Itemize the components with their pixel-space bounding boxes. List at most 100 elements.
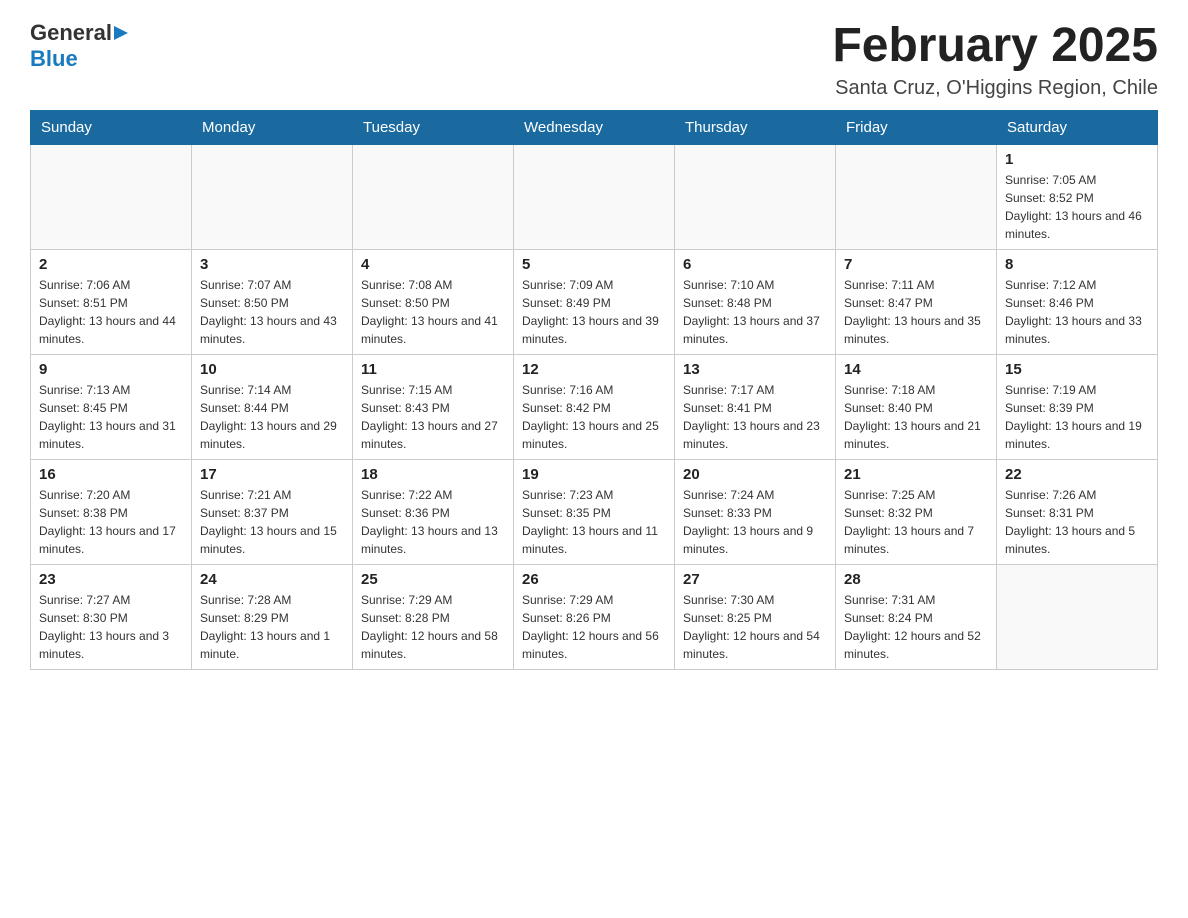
day-number: 20 (683, 466, 827, 483)
day-info: Sunrise: 7:18 AMSunset: 8:40 PMDaylight:… (844, 381, 988, 453)
calendar-dow-header: Monday (192, 110, 353, 144)
calendar-cell: 19Sunrise: 7:23 AMSunset: 8:35 PMDayligh… (514, 459, 675, 564)
day-info: Sunrise: 7:31 AMSunset: 8:24 PMDaylight:… (844, 591, 988, 663)
logo-blue-text: Blue (30, 46, 78, 72)
day-info: Sunrise: 7:06 AMSunset: 8:51 PMDaylight:… (39, 276, 183, 348)
day-number: 10 (200, 361, 344, 378)
calendar-cell (31, 144, 192, 249)
calendar-cell: 12 Sunrise: 7:16 AMSunset: 8:42 PMDayligh… (514, 354, 675, 459)
calendar-cell: 25 Sunrise: 7:29 AMSunset: 8:28 PMDayligh… (353, 564, 514, 669)
day-number: 16 (39, 466, 183, 483)
calendar-cell (997, 564, 1158, 669)
day-number: 3 (200, 256, 344, 273)
calendar-cell: 22 Sunrise: 7:26 AMSunset: 8:31 PMDayligh… (997, 459, 1158, 564)
day-number: 17 (200, 466, 344, 483)
day-info: Sunrise: 7:25 AMSunset: 8:32 PMDaylight:… (844, 486, 988, 558)
day-info: Sunrise: 7:29 AMSunset: 8:28 PMDaylight:… (361, 591, 505, 663)
calendar-cell: 3 Sunrise: 7:07 AMSunset: 8:50 PMDaylight… (192, 249, 353, 354)
calendar-cell (675, 144, 836, 249)
calendar-cell: 9 Sunrise: 7:13 AMSunset: 8:45 PMDaylight… (31, 354, 192, 459)
day-info: Sunrise: 7:27 AMSunset: 8:30 PMDaylight:… (39, 591, 183, 663)
day-number: 14 (844, 361, 988, 378)
calendar-dow-header: Tuesday (353, 110, 514, 144)
calendar-cell: 8 Sunrise: 7:12 AMSunset: 8:46 PMDaylight… (997, 249, 1158, 354)
day-info: Sunrise: 7:09 AMSunset: 8:49 PMDaylight:… (522, 276, 666, 348)
day-info: Sunrise: 7:07 AMSunset: 8:50 PMDaylight:… (200, 276, 344, 348)
calendar-cell: 13 Sunrise: 7:17 AMSunset: 8:41 PMDayligh… (675, 354, 836, 459)
calendar-cell: 6 Sunrise: 7:10 AMSunset: 8:48 PMDaylight… (675, 249, 836, 354)
day-number: 26 (522, 571, 666, 588)
day-info: Sunrise: 7:24 AMSunset: 8:33 PMDaylight:… (683, 486, 827, 558)
day-number: 2 (39, 256, 183, 273)
calendar-week-row: 23 Sunrise: 7:27 AMSunset: 8:30 PMDayligh… (31, 564, 1158, 669)
day-info: Sunrise: 7:08 AMSunset: 8:50 PMDaylight:… (361, 276, 505, 348)
calendar-week-row: 2 Sunrise: 7:06 AMSunset: 8:51 PMDaylight… (31, 249, 1158, 354)
day-number: 21 (844, 466, 988, 483)
calendar-cell (192, 144, 353, 249)
day-info: Sunrise: 7:17 AMSunset: 8:41 PMDaylight:… (683, 381, 827, 453)
calendar-cell: 20 Sunrise: 7:24 AMSunset: 8:33 PMDayligh… (675, 459, 836, 564)
day-number: 25 (361, 571, 505, 588)
calendar-week-row: 1Sunrise: 7:05 AMSunset: 8:52 PMDaylight… (31, 144, 1158, 249)
calendar-dow-header: Friday (836, 110, 997, 144)
day-info: Sunrise: 7:21 AMSunset: 8:37 PMDaylight:… (200, 486, 344, 558)
calendar-cell: 4 Sunrise: 7:08 AMSunset: 8:50 PMDaylight… (353, 249, 514, 354)
day-info: Sunrise: 7:23 AMSunset: 8:35 PMDaylight:… (522, 486, 666, 558)
day-number: 8 (1005, 256, 1149, 273)
day-info: Sunrise: 7:16 AMSunset: 8:42 PMDaylight:… (522, 381, 666, 453)
calendar-cell: 23 Sunrise: 7:27 AMSunset: 8:30 PMDayligh… (31, 564, 192, 669)
day-number: 15 (1005, 361, 1149, 378)
calendar-dow-header: Sunday (31, 110, 192, 144)
calendar-cell: 28 Sunrise: 7:31 AMSunset: 8:24 PMDayligh… (836, 564, 997, 669)
calendar-cell: 10 Sunrise: 7:14 AMSunset: 8:44 PMDayligh… (192, 354, 353, 459)
day-info: Sunrise: 7:22 AMSunset: 8:36 PMDaylight:… (361, 486, 505, 558)
calendar-cell: 27 Sunrise: 7:30 AMSunset: 8:25 PMDayligh… (675, 564, 836, 669)
calendar-cell: 5Sunrise: 7:09 AMSunset: 8:49 PMDaylight… (514, 249, 675, 354)
calendar-dow-header: Saturday (997, 110, 1158, 144)
calendar-cell: 18 Sunrise: 7:22 AMSunset: 8:36 PMDayligh… (353, 459, 514, 564)
day-number: 28 (844, 571, 988, 588)
day-number: 13 (683, 361, 827, 378)
calendar-cell: 24Sunrise: 7:28 AMSunset: 8:29 PMDayligh… (192, 564, 353, 669)
calendar-dow-header: Thursday (675, 110, 836, 144)
logo-arrow-icon (112, 24, 130, 42)
day-number: 11 (361, 361, 505, 378)
calendar-cell: 16Sunrise: 7:20 AMSunset: 8:38 PMDayligh… (31, 459, 192, 564)
day-number: 23 (39, 571, 183, 588)
calendar-dow-header: Wednesday (514, 110, 675, 144)
page-header: General Blue February 2025 Santa Cruz, O… (30, 20, 1158, 100)
calendar-cell: 2 Sunrise: 7:06 AMSunset: 8:51 PMDaylight… (31, 249, 192, 354)
day-info: Sunrise: 7:10 AMSunset: 8:48 PMDaylight:… (683, 276, 827, 348)
day-info: Sunrise: 7:15 AMSunset: 8:43 PMDaylight:… (361, 381, 505, 453)
logo: General Blue (30, 20, 130, 72)
calendar-header-row: SundayMondayTuesdayWednesdayThursdayFrid… (31, 110, 1158, 144)
title-section: February 2025 Santa Cruz, O'Higgins Regi… (832, 20, 1158, 100)
calendar-cell: 17 Sunrise: 7:21 AMSunset: 8:37 PMDayligh… (192, 459, 353, 564)
calendar-cell: 14 Sunrise: 7:18 AMSunset: 8:40 PMDayligh… (836, 354, 997, 459)
calendar-cell: 15 Sunrise: 7:19 AMSunset: 8:39 PMDayligh… (997, 354, 1158, 459)
day-number: 6 (683, 256, 827, 273)
day-info: Sunrise: 7:30 AMSunset: 8:25 PMDaylight:… (683, 591, 827, 663)
calendar-cell: 7Sunrise: 7:11 AMSunset: 8:47 PMDaylight… (836, 249, 997, 354)
calendar-cell: 26 Sunrise: 7:29 AMSunset: 8:26 PMDayligh… (514, 564, 675, 669)
day-info: Sunrise: 7:13 AMSunset: 8:45 PMDaylight:… (39, 381, 183, 453)
calendar-cell (353, 144, 514, 249)
day-number: 12 (522, 361, 666, 378)
day-number: 9 (39, 361, 183, 378)
calendar-cell: 11 Sunrise: 7:15 AMSunset: 8:43 PMDayligh… (353, 354, 514, 459)
day-info: Sunrise: 7:12 AMSunset: 8:46 PMDaylight:… (1005, 276, 1149, 348)
day-info: Sunrise: 7:19 AMSunset: 8:39 PMDaylight:… (1005, 381, 1149, 453)
day-number: 4 (361, 256, 505, 273)
day-number: 18 (361, 466, 505, 483)
day-info: Sunrise: 7:26 AMSunset: 8:31 PMDaylight:… (1005, 486, 1149, 558)
day-info: Sunrise: 7:14 AMSunset: 8:44 PMDaylight:… (200, 381, 344, 453)
day-info: Sunrise: 7:05 AMSunset: 8:52 PMDaylight:… (1005, 171, 1149, 243)
calendar-subtitle: Santa Cruz, O'Higgins Region, Chile (832, 77, 1158, 100)
day-number: 7 (844, 256, 988, 273)
calendar-cell (514, 144, 675, 249)
day-number: 22 (1005, 466, 1149, 483)
day-number: 27 (683, 571, 827, 588)
day-number: 24 (200, 571, 344, 588)
calendar-cell (836, 144, 997, 249)
day-info: Sunrise: 7:29 AMSunset: 8:26 PMDaylight:… (522, 591, 666, 663)
